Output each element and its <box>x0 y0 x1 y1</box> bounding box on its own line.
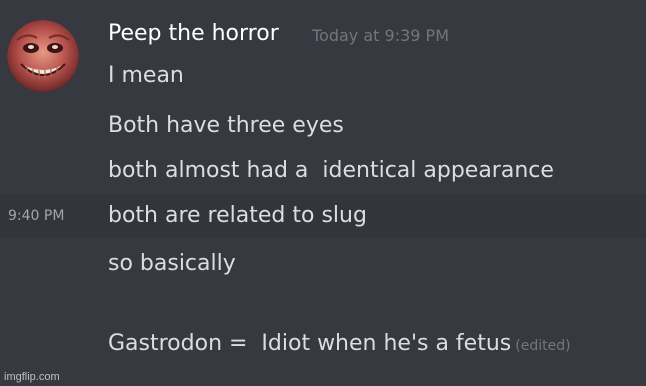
message-text: so basically <box>108 251 236 276</box>
message-line: Gastrodon = Idiot when he's a fetus (edit… <box>0 322 646 366</box>
message-text-content: Gastrodon = Idiot when he's a fetus <box>108 331 512 356</box>
message-line: so basically <box>0 242 646 286</box>
message-line: I mean <box>0 54 646 98</box>
message-line-hovered[interactable]: 9:40 PM both are related to slug <box>0 194 646 238</box>
edited-indicator: (edited) <box>515 338 571 354</box>
message-line: both almost had a identical appearance <box>0 149 646 193</box>
hover-timestamp: 9:40 PM <box>8 208 65 224</box>
message-line: Both have three eyes <box>0 104 646 148</box>
message-text: both are related to slug <box>108 203 367 228</box>
message-text: Both have three eyes <box>108 113 344 138</box>
message-text: both almost had a identical appearance <box>108 158 554 183</box>
message-author[interactable]: Peep the horror <box>108 19 279 49</box>
message-text: Gastrodon = Idiot when he's a fetus (edit… <box>108 329 571 361</box>
imgflip-watermark: imgflip.com <box>4 371 60 383</box>
message-timestamp: Today at 9:39 PM <box>312 26 449 45</box>
message-text: I mean <box>108 63 184 88</box>
chat-message-group: Peep the horror Today at 9:39 PM I mean … <box>0 0 646 386</box>
